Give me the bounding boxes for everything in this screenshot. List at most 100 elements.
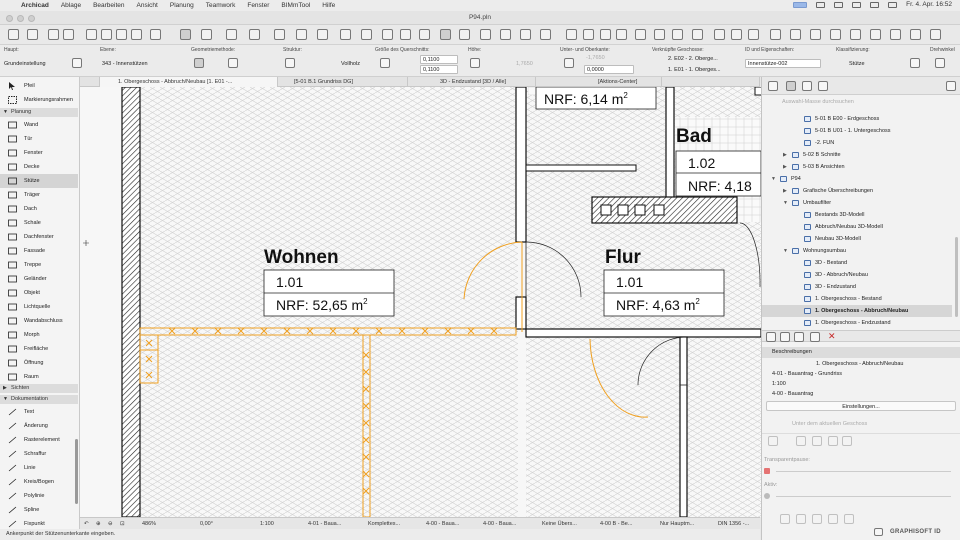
tool-pfeil[interactable]: Pfeil (0, 79, 78, 93)
tool-lamp[interactable]: Lichtquelle (0, 300, 78, 314)
trace-reference-label[interactable]: Unter dem aktuellen Geschoss (762, 419, 960, 429)
zoom-in-icon[interactable] (790, 29, 801, 40)
group-planung[interactable]: ▼ Planung (0, 108, 78, 117)
disclosure-icon[interactable]: ▼ (783, 245, 788, 257)
navigator-item[interactable]: 1. Obergeschoss - Bestand (762, 293, 952, 305)
orbit-icon[interactable] (870, 29, 881, 40)
tool-d-icon[interactable] (828, 514, 838, 524)
clock[interactable]: Fr. 4. Apr. 16:52 (906, 1, 952, 8)
tool-object[interactable]: Objekt (0, 286, 78, 300)
trace-rotate-icon[interactable] (812, 436, 822, 446)
layer-icon[interactable] (340, 29, 351, 40)
group-icon[interactable] (296, 29, 307, 40)
tool-curtain-wall[interactable]: Fassade (0, 244, 78, 258)
folder-icon[interactable] (794, 332, 804, 342)
height-icon[interactable] (470, 58, 480, 68)
color-swatch-icon[interactable] (764, 468, 770, 474)
exterior-wall-left[interactable] (121, 87, 141, 517)
menu-planung[interactable]: Planung (170, 2, 194, 9)
report-icon[interactable] (770, 29, 781, 40)
tool-column[interactable]: Stütze (0, 174, 78, 188)
trace-mirror-icon[interactable] (828, 436, 838, 446)
structure-icon[interactable] (285, 58, 295, 68)
tab-dropdown-icon[interactable] (662, 77, 760, 87)
bottom-edge-field[interactable]: 0,0000 (584, 65, 634, 74)
tool-spline[interactable]: Spline (0, 503, 78, 517)
pickup-icon[interactable] (116, 29, 127, 40)
tool-shell[interactable]: Schale (0, 216, 78, 230)
inject-icon[interactable] (131, 29, 142, 40)
minimize-window-button[interactable] (17, 15, 24, 22)
zoom-window-button[interactable] (28, 15, 35, 22)
wall-vertical-1[interactable] (515, 87, 527, 243)
navigator-search[interactable]: Auswahl-Masse durchsuchen (772, 98, 952, 107)
cross-section-icon[interactable] (380, 58, 390, 68)
layout-book-icon[interactable] (802, 81, 812, 91)
tool-line[interactable]: Linie (0, 461, 78, 475)
tab-grundriss-dg[interactable]: [5-01 B.1 Grundriss DG] (278, 77, 408, 87)
navigator-item[interactable]: 5-01 B U01 - 1. Untergeschoss (762, 125, 952, 137)
geometry-icon[interactable] (150, 29, 161, 40)
tool-railing[interactable]: Geländer (0, 272, 78, 286)
view-map-icon[interactable] (786, 81, 796, 91)
wall-vertical-2[interactable] (515, 296, 527, 330)
publish-icon[interactable] (583, 29, 594, 40)
geometry-method-icon[interactable] (194, 58, 204, 68)
publisher-icon[interactable] (818, 81, 828, 91)
zoom-out-icon[interactable] (810, 29, 821, 40)
layer-value[interactable]: 343 - Innenstützen (102, 61, 148, 67)
magic-wand-icon[interactable] (101, 29, 112, 40)
navigator-item[interactable]: ▶ Grafische Überschreibungen (762, 185, 952, 197)
tool-opening[interactable]: Öffnung (0, 356, 78, 370)
navigator-item[interactable]: -2. FUN (762, 137, 952, 149)
floor-plan-icon[interactable] (440, 29, 451, 40)
tool-skylight[interactable]: Dachfenster (0, 230, 78, 244)
aktiv-slider[interactable] (762, 491, 960, 501)
schedule-icon[interactable] (692, 29, 703, 40)
detail-icon[interactable] (635, 29, 646, 40)
room-stamp-top[interactable]: NRF: 6,14 m2 (535, 87, 657, 110)
brand-label[interactable]: GRAPHISOFT ID (890, 529, 941, 535)
tool-grid-element[interactable]: Rasterelement (0, 433, 78, 447)
wall-horizontal-top[interactable] (525, 164, 637, 172)
navigator-item[interactable]: Neubau 3D-Modell (762, 233, 952, 245)
geometry-method-2-icon[interactable] (228, 58, 238, 68)
tool-slab[interactable]: Decke (0, 160, 78, 174)
menu-teamwork[interactable]: Teamwork (206, 2, 236, 9)
tool-wall[interactable]: Wand (0, 118, 78, 132)
pointer-tool-icon[interactable] (86, 29, 97, 40)
menu-fenster[interactable]: Fenster (247, 2, 269, 9)
tool-roof[interactable]: Dach (0, 202, 78, 216)
height-value[interactable]: 1,7650 (516, 61, 533, 67)
navigator-item[interactable]: 3D - Abbruch/Neubau (762, 269, 952, 281)
keyboard-icon[interactable] (834, 1, 844, 8)
wall-vertical-bad[interactable] (665, 87, 675, 200)
menu-archicad[interactable]: Archicad (21, 2, 49, 9)
disclosure-icon[interactable]: ▶ (783, 149, 787, 161)
column-settings-icon[interactable] (72, 58, 82, 68)
tool-wall-end[interactable]: Wandabschluss (0, 314, 78, 328)
rotation-icon[interactable] (935, 58, 945, 68)
navigator-item[interactable]: 1. Obergeschoss - Endzustand (762, 317, 952, 329)
menu-hilfe[interactable]: Hilfe (322, 2, 335, 9)
cross-section-width-field[interactable]: 0,1100 (420, 55, 458, 64)
navigator-item[interactable]: 1. Obergeschoss - Abbruch/Neubau (762, 305, 952, 317)
layers-stack-icon[interactable] (400, 29, 411, 40)
navigator-item[interactable]: ▶ 5-02 B Schnitte (762, 149, 952, 161)
transparency-slider[interactable] (762, 466, 960, 476)
sun-icon[interactable] (540, 29, 551, 40)
clone-icon[interactable] (780, 332, 790, 342)
tool-window[interactable]: Fenster (0, 146, 78, 160)
navigator-item[interactable]: 5-01 B E00 - Erdgeschoss (762, 113, 952, 125)
trace-icon[interactable] (361, 29, 372, 40)
link-icon[interactable] (480, 29, 491, 40)
tool-door[interactable]: Tür (0, 132, 78, 146)
navigator-item[interactable]: 3D - Bestand (762, 257, 952, 269)
navigator-scrollbar[interactable] (955, 237, 958, 317)
screen-share-icon[interactable] (793, 1, 808, 8)
grid-icon[interactable] (249, 29, 260, 40)
beschreibungen-header[interactable]: Beschreibungen (762, 347, 960, 358)
save-icon[interactable] (27, 29, 38, 40)
close-window-button[interactable] (6, 15, 13, 22)
favorites-value[interactable]: Grundeinstellung (4, 61, 46, 67)
